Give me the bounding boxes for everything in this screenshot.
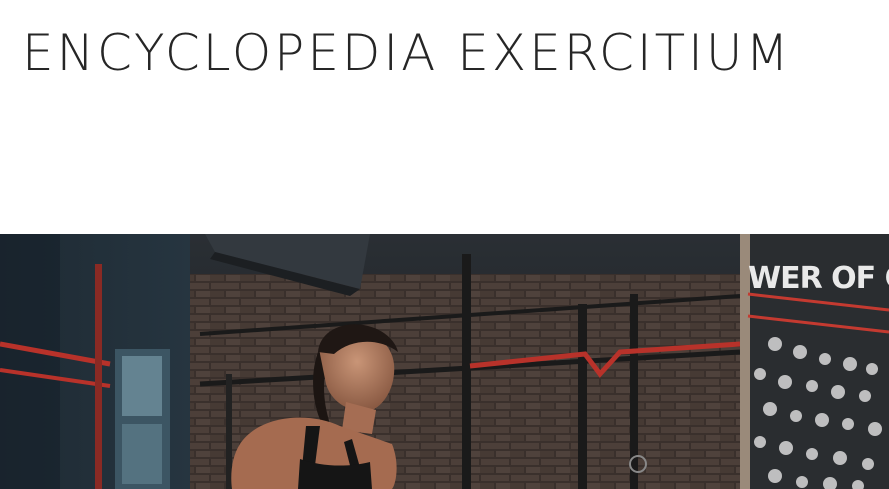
chalkboard-wall: WER OF COM <box>740 234 889 489</box>
site-title: ENCYCLOPEDIA EXERCITIUM <box>22 24 792 82</box>
wall-slogan: WER OF COM <box>748 261 889 296</box>
hero-image: WER OF COM <box>0 234 889 489</box>
